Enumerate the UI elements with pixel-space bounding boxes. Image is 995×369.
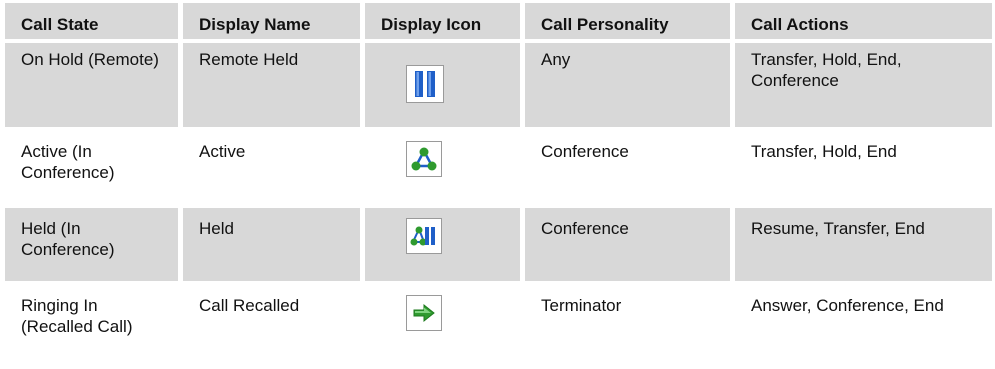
call-personality-cell: Terminator [525, 285, 735, 362]
display-icon-cell [365, 131, 525, 208]
display-icon-cell [365, 208, 525, 285]
display-name-cell: Remote Held [183, 43, 365, 131]
table-row: On Hold (Remote) Remote Held Any Transfe… [5, 43, 992, 131]
call-personality-cell: Conference [525, 208, 735, 285]
conference-held-icon [406, 218, 442, 254]
header-display-name: Display Name [183, 3, 365, 43]
display-name-cell: Held [183, 208, 365, 285]
call-state-cell: On Hold (Remote) [5, 43, 183, 131]
call-state-cell: Held (In Conference) [5, 208, 183, 285]
table-header-row: Call State Display Name Display Icon Cal… [5, 3, 992, 43]
header-display-icon: Display Icon [365, 3, 525, 43]
display-icon-cell [365, 43, 525, 131]
table-row: Held (In Conference) Held Conference Res… [5, 208, 992, 285]
call-actions-cell: Transfer, Hold, End [735, 131, 992, 208]
display-name-cell: Active [183, 131, 365, 208]
pause-icon [406, 65, 444, 103]
call-actions-cell: Answer, Conference, End [735, 285, 992, 362]
call-actions-cell: Resume, Transfer, End [735, 208, 992, 285]
display-name-cell: Call Recalled [183, 285, 365, 362]
call-personality-cell: Conference [525, 131, 735, 208]
display-icon-cell [365, 285, 525, 362]
call-state-cell: Ringing In (Recalled Call) [5, 285, 183, 362]
header-call-personality: Call Personality [525, 3, 735, 43]
conference-icon [406, 141, 442, 177]
call-actions-cell: Transfer, Hold, End, Conference [735, 43, 992, 131]
table-row: Ringing In (Recalled Call) Call Recalled… [5, 285, 992, 362]
arrow-right-icon [406, 295, 442, 331]
header-call-actions: Call Actions [735, 3, 992, 43]
table-row: Active (In Conference) Active Conference… [5, 131, 992, 208]
call-state-table: Call State Display Name Display Icon Cal… [5, 3, 992, 362]
call-personality-cell: Any [525, 43, 735, 131]
call-state-cell: Active (In Conference) [5, 131, 183, 208]
header-call-state: Call State [5, 3, 183, 43]
